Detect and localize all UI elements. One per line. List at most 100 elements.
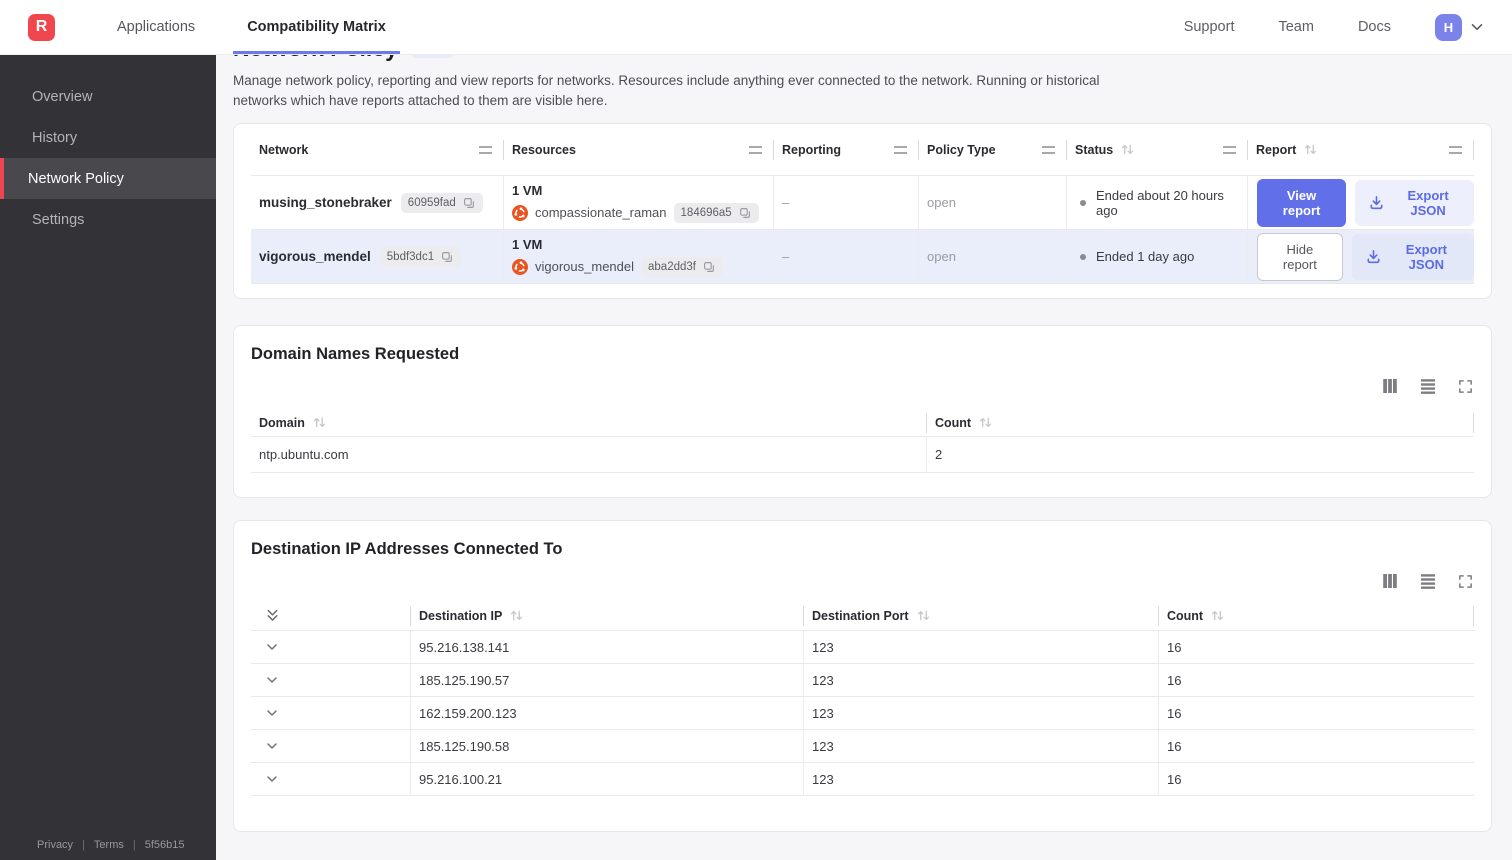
expander-cell [251,664,411,697]
column-header-destination-port: Destination Port [804,601,1159,630]
ubuntu-icon [512,259,528,275]
destination-table-row[interactable]: 95.216.100.21 123 16 [251,763,1474,797]
sidebar-item-settings[interactable]: Settings [0,199,216,240]
destination-table-row[interactable]: 185.125.190.57 123 16 [251,664,1474,698]
page-description: Manage network policy, reporting and vie… [233,73,1100,108]
sidebar-item-network-policy[interactable]: Network Policy [0,158,216,199]
column-header-reporting: Reporting [774,124,919,175]
app-logo[interactable]: R [28,13,55,41]
nav-link-docs[interactable]: Docs [1358,19,1391,35]
build-version: 5f56b15 [144,839,185,851]
network-name-cell: musing_stonebraker 60959fad [251,176,504,230]
ubuntu-icon [512,205,528,221]
sort-icon[interactable] [1303,143,1318,156]
sort-icon[interactable] [1120,143,1135,156]
sidebar-item-overview[interactable]: Overview [0,76,216,117]
destination-port-cell: 123 [804,697,1159,730]
nav-tab-compatibility-matrix[interactable]: Compatibility Matrix [233,0,400,54]
sort-icon[interactable] [509,609,524,622]
status-dot-icon [1080,199,1086,206]
column-resize-handle-icon[interactable] [479,145,492,154]
primary-nav: Applications Compatibility Matrix [91,0,412,54]
destination-table-row[interactable]: 95.216.138.141 123 16 [251,631,1474,665]
fullscreen-icon[interactable] [1457,573,1474,590]
destination-ip-cell: 185.125.190.57 [411,664,804,697]
status-cell: Ended about 20 hours ago [1067,176,1248,230]
network-table-row[interactable]: vigorous_mendel 5bdf3dc1 1 VM vigorous_m… [251,230,1474,285]
column-resize-handle-icon[interactable] [1042,145,1055,154]
column-resize-handle-icon[interactable] [894,145,907,154]
sort-icon[interactable] [916,609,931,622]
columns-icon[interactable] [1381,572,1399,590]
nav-tab-applications[interactable]: Applications [103,0,209,54]
footer-divider: | [132,839,136,851]
destination-ip-cell: 95.216.138.141 [411,631,804,664]
domain-cell: ntp.ubuntu.com [251,437,927,473]
sort-icon[interactable] [312,416,327,429]
sidebar-item-history[interactable]: History [0,117,216,158]
privacy-link[interactable]: Privacy [37,839,73,851]
sort-icon[interactable] [1210,609,1225,622]
chevron-down-icon[interactable] [264,639,280,655]
column-header-destination-ip: Destination IP [411,601,804,630]
destination-table-row[interactable]: 185.125.190.58 123 16 [251,730,1474,764]
hide-report-button[interactable]: Hide report [1257,232,1343,281]
chevron-down-icon[interactable] [264,771,280,787]
copy-icon[interactable] [462,196,476,210]
chevron-down-icon[interactable] [264,738,280,754]
report-cell: Hide report Export JSON [1248,230,1474,283]
sort-icon[interactable] [978,416,993,429]
count-cell: 16 [1167,705,1182,721]
destination-table-row[interactable]: 162.159.200.123 123 16 [251,697,1474,731]
nav-link-team[interactable]: Team [1278,19,1313,35]
rows-icon[interactable] [1419,377,1437,395]
networks-table-header: Network Resources Reporting Policy Type … [251,124,1474,177]
reporting-cell: – [774,176,919,230]
chevron-down-icon[interactable] [264,705,280,721]
domain-table-row[interactable]: ntp.ubuntu.com 2 [251,437,1474,474]
expander-cell [251,763,411,796]
destinations-table-header: Destination IP Destination Port Count [251,601,1474,632]
sidebar: Overview History Network Policy Settings… [0,55,216,860]
column-header-resources: Resources [504,124,774,175]
column-header-count: Count [927,409,1474,436]
user-menu-chevron-icon[interactable] [1468,18,1486,36]
network-name-cell: vigorous_mendel 5bdf3dc1 [251,230,504,284]
export-json-button[interactable]: Export JSON [1355,179,1474,226]
status-cell: Ended 1 day ago [1067,230,1248,284]
expander-cell [251,631,411,664]
chevron-down-icon[interactable] [264,672,280,688]
destination-ip-cell: 162.159.200.123 [411,697,804,730]
expand-all-icon[interactable] [264,607,281,624]
table-toolbar [251,572,1474,590]
column-header-count: Count [1159,601,1474,630]
reporting-cell: – [774,230,919,284]
copy-icon[interactable] [702,260,716,274]
copy-icon[interactable] [440,250,454,264]
report-cell: View report Export JSON [1248,176,1474,229]
column-resize-handle-icon[interactable] [1449,145,1462,154]
rows-icon[interactable] [1419,572,1437,590]
columns-icon[interactable] [1381,377,1399,395]
copy-icon[interactable] [738,206,752,220]
domains-card-title: Domain Names Requested [251,345,460,364]
column-resize-handle-icon[interactable] [749,145,762,154]
resource-id-badge: 184696a5 [673,202,759,223]
count-cell: 16 [1167,639,1182,655]
column-header-status: Status [1067,124,1248,175]
user-avatar[interactable]: H [1435,13,1462,41]
view-report-button[interactable]: View report [1257,178,1347,227]
network-id-badge: 60959fad [400,192,483,213]
fullscreen-icon[interactable] [1457,378,1474,395]
sidebar-footer: Privacy | Terms | 5f56b15 [37,839,185,851]
export-json-button[interactable]: Export JSON [1351,233,1474,280]
network-table-row[interactable]: musing_stonebraker 60959fad 1 VM compass… [251,176,1474,231]
nav-link-support[interactable]: Support [1184,19,1235,35]
resource-id-badge: aba2dd3f [641,256,723,277]
destination-port-cell: 123 [804,730,1159,763]
domains-card: Domain Names Requested Domain Count ntp.… [233,325,1492,499]
terms-link[interactable]: Terms [94,839,124,851]
expander-cell [251,697,411,730]
expand-all-header-cell [251,601,411,630]
column-resize-handle-icon[interactable] [1223,145,1236,154]
